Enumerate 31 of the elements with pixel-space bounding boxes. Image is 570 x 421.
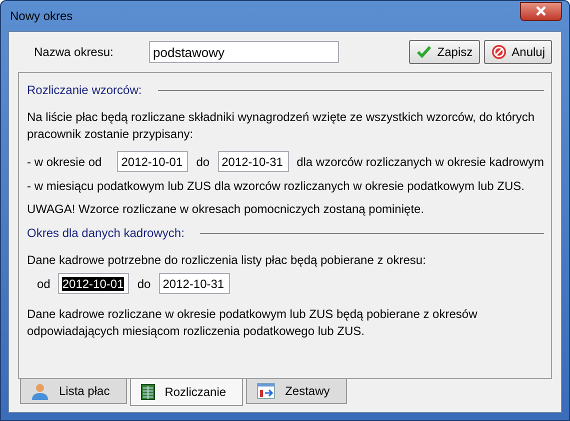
close-icon <box>535 6 547 16</box>
window-icon <box>257 383 276 399</box>
spreadsheet-icon <box>140 384 155 400</box>
note-text: UWAGA! Wzorce rozliczane w okresach pomocniczych zostaną pominięte. <box>27 201 426 218</box>
cancel-button[interactable]: Anuluj <box>484 40 552 64</box>
note-text: - w miesiącu podatkowym lub ZUS dla wzorców rozliczanych w okresie podatkowym lub ZUS. <box>27 178 526 195</box>
tab[interactable]: Zestawy <box>246 379 347 404</box>
description-text: Na liście płac będą rozliczane składniki wynagrodzeń wzięte ze wszystkich wzorców, do których pracownik zostanie przypisany: <box>27 109 536 143</box>
period-name-field[interactable]: podstawowy <box>149 41 339 63</box>
date-field[interactable]: 2012-10-31 <box>218 151 289 172</box>
description-text: Dane kadrowe potrzebne do rozliczenia listy płac będą pobierane z okresu: <box>27 252 427 269</box>
date-field[interactable]: 2012-10-01 <box>58 273 130 294</box>
field-label: Nazwa okresu: <box>34 45 114 59</box>
range-label: do <box>137 276 151 290</box>
person-icon <box>31 382 49 400</box>
tab[interactable]: Lista płac <box>20 379 127 404</box>
section-title: Okres dla danych kadrowych: <box>27 226 184 240</box>
date-field[interactable]: 2012-10-31 <box>158 273 230 294</box>
description-text: Dane kadrowe rozliczane w okresie podatkowym lub ZUS będą pobierane z okresów odpowiadających miesiącom rozliczenia podatkowego lub ZUS. <box>27 306 478 340</box>
range-description: dla wzorców rozliczanych w okresie kadrowym <box>296 154 544 168</box>
range-label: - w okresie od <box>27 154 103 168</box>
window-title: Nowy okres <box>10 9 73 23</box>
prohibited-icon <box>490 44 507 60</box>
range-label: do <box>196 154 210 168</box>
range-label: od <box>37 276 50 290</box>
date-field[interactable]: 2012-10-01 <box>117 151 188 172</box>
close-button[interactable] <box>520 2 562 20</box>
save-button[interactable]: Zapisz <box>409 40 480 64</box>
section-title: Rozliczanie wzorców: <box>27 83 142 97</box>
tab[interactable]: Rozliczanie <box>130 379 244 406</box>
checkmark-icon <box>416 44 432 60</box>
